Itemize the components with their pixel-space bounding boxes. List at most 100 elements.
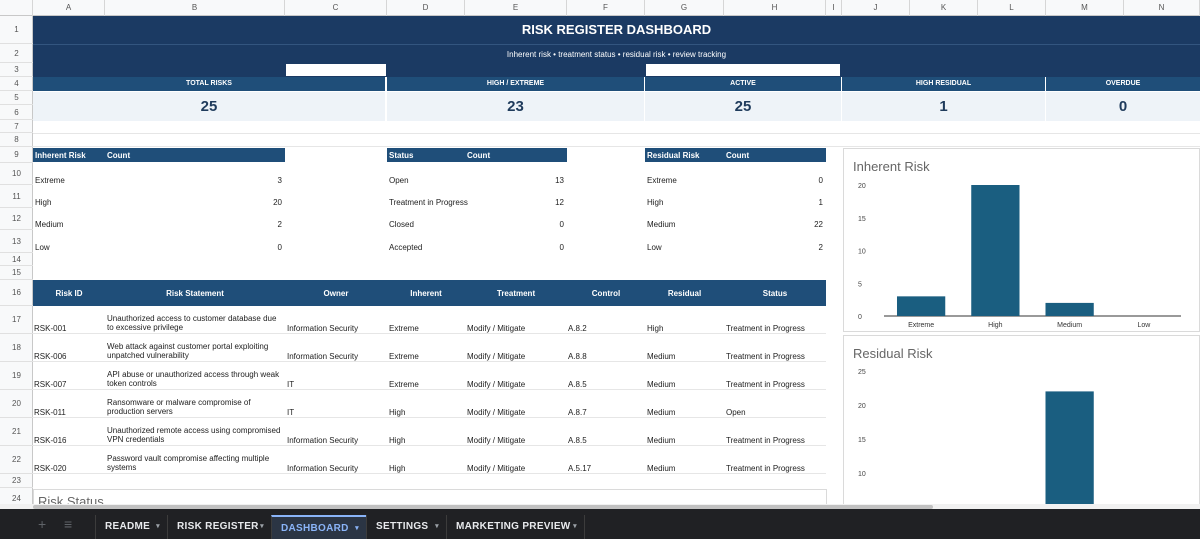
residual-level[interactable]: Extreme (647, 176, 677, 185)
residual-level[interactable]: High (647, 198, 663, 207)
row-header[interactable]: 9 (0, 147, 33, 163)
column-header-bar: A B C D E F G H I J K L M N (0, 0, 1200, 16)
tab-label: MARKETING PREVIEW (456, 521, 571, 532)
select-all-corner[interactable] (0, 0, 33, 16)
risk-status: Treatment in Progress (726, 436, 805, 445)
chevron-down-icon[interactable]: ▾ (355, 517, 359, 541)
status-count[interactable]: 0 (560, 220, 564, 229)
row-header[interactable]: 4 (0, 77, 33, 91)
risk-control: A.8.7 (568, 408, 587, 417)
col-header-b[interactable]: B (105, 0, 285, 16)
row-header[interactable]: 7 (0, 120, 33, 133)
risk-id: RSK-001 (34, 324, 67, 333)
row-header[interactable]: 19 (0, 362, 33, 390)
inherent-level[interactable]: Medium (35, 220, 63, 229)
status-count[interactable]: 13 (555, 176, 564, 185)
residual-count[interactable]: 0 (819, 176, 823, 185)
tab-settings[interactable]: SETTINGS ▾ (366, 515, 446, 539)
row-header[interactable]: 1 (0, 16, 33, 44)
tab-readme[interactable]: README ▾ (95, 515, 167, 539)
row-header[interactable]: 16 (0, 280, 33, 306)
row-header[interactable]: 6 (0, 105, 33, 120)
risk-inherent: High (389, 436, 406, 445)
table-row[interactable]: RSK-016 Unauthorized remote access using… (33, 418, 826, 446)
tab-marketing-preview[interactable]: MARKETING PREVIEW ▾ (446, 515, 585, 539)
inherent-table-body: Extreme 3 High 20 Medium 2 Low 0 (33, 162, 285, 252)
kpi-spacer-row (33, 63, 1200, 77)
row-header[interactable]: 15 (0, 266, 33, 280)
col-header-a[interactable]: A (33, 0, 105, 16)
col-header-c[interactable]: C (285, 0, 387, 16)
row-header[interactable]: 14 (0, 253, 33, 266)
col-header-f[interactable]: F (567, 0, 645, 16)
status-name[interactable]: Closed (389, 220, 414, 229)
col-header-l[interactable]: L (978, 0, 1046, 16)
residual-risk-chart[interactable]: Residual Risk 510152025 (843, 335, 1200, 507)
add-sheet-icon[interactable]: + (38, 516, 46, 532)
row-header[interactable]: 11 (0, 185, 33, 208)
inherent-level[interactable]: Low (35, 243, 50, 252)
inherent-level[interactable]: High (35, 198, 51, 207)
col-header-i[interactable]: I (826, 0, 842, 16)
col-header-d[interactable]: D (387, 0, 465, 16)
all-sheets-menu-icon[interactable]: ≡ (64, 516, 72, 532)
chevron-down-icon[interactable]: ▾ (435, 515, 439, 539)
col-header-j[interactable]: J (842, 0, 910, 16)
inherent-level[interactable]: Extreme (35, 176, 65, 185)
status-name[interactable]: Accepted (389, 243, 422, 252)
table-row[interactable]: RSK-011 Ransomware or malware compromise… (33, 390, 826, 418)
table-row[interactable]: RSK-020 Password vault compromise affect… (33, 446, 826, 474)
status-name[interactable]: Open (389, 176, 409, 185)
row-header[interactable]: 12 (0, 208, 33, 230)
table-row[interactable]: RSK-001 Unauthorized access to customer … (33, 306, 826, 334)
status-count[interactable]: 12 (555, 198, 564, 207)
row-header[interactable]: 2 (0, 44, 33, 63)
row-header[interactable]: 3 (0, 63, 33, 77)
col-header-n[interactable]: N (1124, 0, 1200, 16)
inherent-count[interactable]: 2 (278, 220, 282, 229)
inherent-count[interactable]: 20 (273, 198, 282, 207)
bar-high (971, 185, 1020, 316)
row-header[interactable]: 23 (0, 474, 33, 488)
row-header[interactable]: 20 (0, 390, 33, 418)
col-header-e[interactable]: E (465, 0, 567, 16)
row-header[interactable]: 13 (0, 230, 33, 253)
row-header[interactable]: 21 (0, 418, 33, 446)
col-header-g[interactable]: G (645, 0, 724, 16)
table-row[interactable]: RSK-007 API abuse or unauthorized access… (33, 362, 826, 390)
chevron-down-icon[interactable]: ▾ (573, 515, 577, 539)
inherent-count[interactable]: 0 (278, 243, 282, 252)
row-header[interactable]: 22 (0, 446, 33, 474)
blank-cell[interactable] (286, 64, 386, 76)
status-count[interactable]: 0 (560, 243, 564, 252)
residual-level[interactable]: Medium (647, 220, 675, 229)
chevron-down-icon[interactable]: ▾ (260, 515, 264, 539)
residual-level[interactable]: Low (647, 243, 662, 252)
status-header-label: Status (389, 151, 414, 160)
row-header[interactable]: 17 (0, 306, 33, 334)
chevron-down-icon[interactable]: ▾ (156, 515, 160, 539)
risk-status-chart[interactable]: Risk Status (33, 489, 827, 505)
status-name[interactable]: Treatment in Progress (389, 198, 468, 207)
inherent-count[interactable]: 3 (278, 176, 282, 185)
row-header[interactable]: 8 (0, 133, 33, 147)
blank-cell[interactable] (646, 64, 840, 76)
residual-table-body: Extreme 0 High 1 Medium 22 Low 2 (645, 162, 826, 252)
kpi-value-active: 25 (645, 92, 841, 121)
inherent-risk-chart[interactable]: Inherent Risk 0 5 10 15 20 Extreme High Medium L… (843, 148, 1200, 332)
residual-count[interactable]: 1 (819, 198, 823, 207)
residual-count[interactable]: 22 (814, 220, 823, 229)
risk-table-header: Risk ID Risk Statement Owner Inherent Tr… (33, 280, 826, 306)
col-header-k[interactable]: K (910, 0, 978, 16)
col-header-h[interactable]: H (724, 0, 826, 16)
inherent-table-header: Inherent Risk Count (33, 148, 285, 162)
row-header[interactable]: 5 (0, 91, 33, 105)
tab-risk-register[interactable]: RISK REGISTER ▾ (167, 515, 271, 539)
row-header[interactable]: 10 (0, 163, 33, 185)
tab-dashboard[interactable]: DASHBOARD ▾ (271, 515, 366, 539)
col-header-m[interactable]: M (1046, 0, 1124, 16)
row-header[interactable]: 18 (0, 334, 33, 362)
residual-count[interactable]: 2 (819, 243, 823, 252)
col-status: Status (762, 289, 788, 298)
table-row[interactable]: RSK-006 Web attack against customer port… (33, 334, 826, 362)
